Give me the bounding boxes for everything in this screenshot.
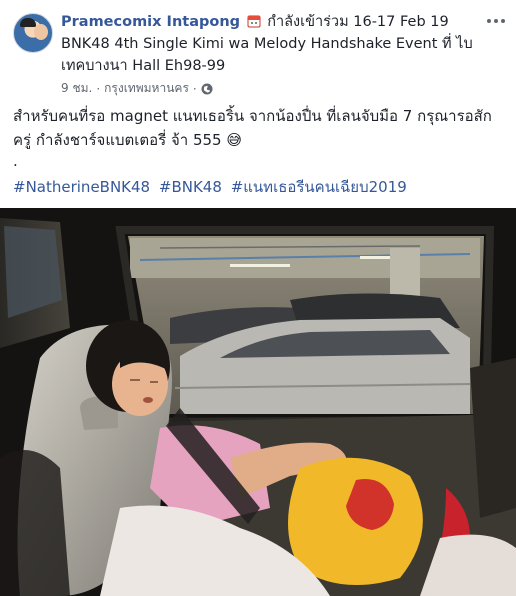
- post-body: สำหรับคนที่รอ magnet แนทเธอริ้น จากน้องป…: [13, 104, 508, 152]
- more-options-button[interactable]: [486, 14, 506, 28]
- post-photo[interactable]: [0, 208, 516, 596]
- privacy-separator: ·: [192, 81, 197, 96]
- post-text-line-1: สำหรับคนที่รอ magnet แนทเธอริ้น จากน้องป…: [13, 107, 492, 125]
- hashtag-bnk48[interactable]: #BNK48: [159, 178, 222, 196]
- event-date[interactable]: 16-17 Feb 19: [353, 14, 448, 30]
- avatar-hair: [20, 18, 36, 27]
- post-text-line-2-text: ครู่ กำลังชาร์จแบตเตอรี่ จ้า 555: [13, 131, 222, 149]
- post-header: Pramecomix Intapong กำลังเข้าร่วม 16-17 …: [0, 0, 516, 100]
- ceiling-light: [230, 264, 290, 267]
- globe-icon[interactable]: [201, 83, 213, 95]
- event-venue[interactable]: เทคบางนา Hall Eh98-99: [61, 58, 225, 74]
- post-location[interactable]: กรุงเทพมหานคร: [104, 79, 189, 98]
- calendar-icon: [247, 14, 261, 28]
- post-meta: 9 ชม. · กรุงเทพมหานคร ·: [61, 79, 213, 98]
- post-header-text: Pramecomix Intapong กำลังเข้าร่วม 16-17 …: [61, 11, 481, 77]
- sweat-smile-emoji: 😅: [226, 131, 242, 149]
- author-name[interactable]: Pramecomix Intapong: [61, 14, 240, 30]
- event-title[interactable]: BNK48 4th Single Kimi wa Melody Handshak…: [61, 36, 473, 52]
- hashtag-natherine[interactable]: #NatherineBNK48: [13, 178, 150, 196]
- status-prefix: กำลังเข้าร่วม: [267, 14, 349, 30]
- hashtag-natherine-2019[interactable]: #แนทเธอรีนคนเฉียบ2019: [231, 178, 407, 196]
- meta-separator: ·: [96, 81, 101, 96]
- foreground-shadow: [0, 450, 70, 596]
- post-dot: .: [13, 152, 18, 170]
- more-options-icon: [487, 19, 491, 23]
- hashtag-list: #NatherineBNK48 #BNK48 #แนทเธอรีนคนเฉียบ…: [13, 176, 411, 198]
- author-avatar[interactable]: [13, 13, 53, 53]
- post-time[interactable]: 9 ชม.: [61, 79, 92, 98]
- post-text-line-2: ครู่ กำลังชาร์จแบตเตอรี่ จ้า 555 😅: [13, 128, 508, 152]
- avatar-face: [34, 24, 48, 40]
- child-mouth: [143, 397, 153, 403]
- photo-illustration: [0, 208, 516, 596]
